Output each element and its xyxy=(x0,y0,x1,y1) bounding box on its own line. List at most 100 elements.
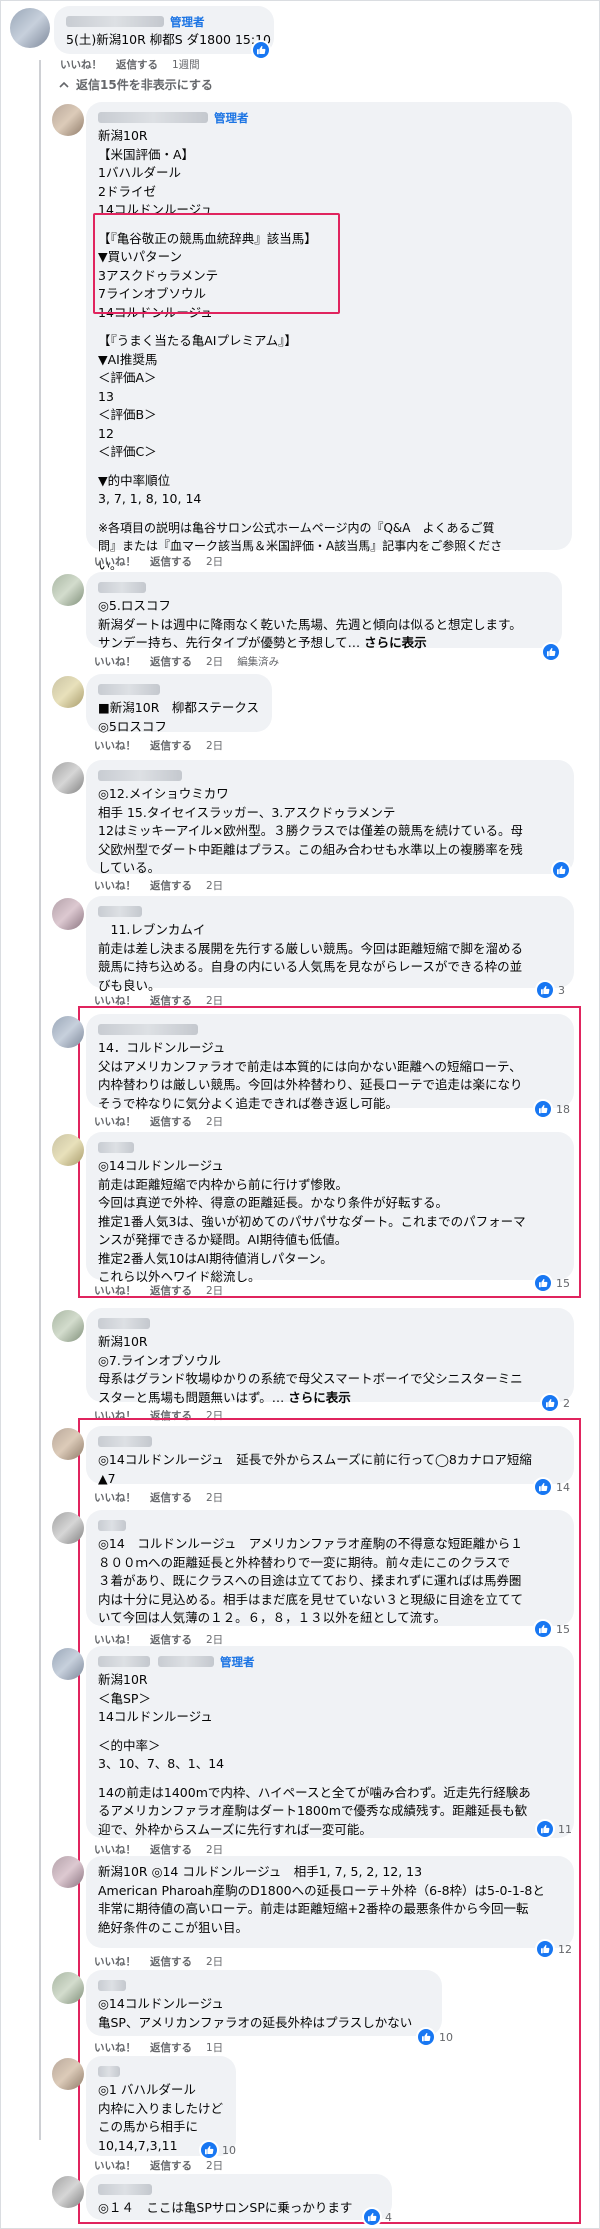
author-name[interactable] xyxy=(98,1318,150,1329)
author-name[interactable] xyxy=(98,582,146,593)
comment-line: 絶好条件のここが狙い目。 xyxy=(98,1919,249,1935)
timestamp[interactable]: 2日 xyxy=(206,740,223,752)
hide-replies-button[interactable]: 返信15件を非表示にする xyxy=(58,76,213,93)
comment-bubble: 11.レブンカムイ 前走は差し決まる展開を先行する厳しい競馬。今回は距離短縮で脚… xyxy=(86,896,574,993)
comment-line: ◎14コルドンルージュ 延長で外からスムーズに前に行って◯8カナロア短縮 xyxy=(98,1452,532,1467)
reply-button[interactable]: 返信する xyxy=(116,59,158,71)
author-name[interactable] xyxy=(98,906,142,917)
author-name[interactable] xyxy=(98,2184,152,2195)
like-button[interactable]: いいね！ xyxy=(94,1285,136,1297)
avatar[interactable] xyxy=(52,1512,84,1544)
author-name[interactable] xyxy=(98,684,160,695)
author-name[interactable] xyxy=(98,2066,120,2077)
reply-button[interactable]: 返信する xyxy=(150,1492,192,1504)
like-button[interactable]: いいね！ xyxy=(60,59,102,71)
like-button[interactable]: いいね！ xyxy=(94,1492,136,1504)
reaction-count[interactable]: 4 xyxy=(362,2207,392,2227)
reaction-count[interactable] xyxy=(551,860,571,880)
comment-line: 今回は真逆で外枠、得意の距離延長。かなり条件が好転する。 xyxy=(98,1195,449,1210)
avatar[interactable] xyxy=(52,1134,84,1166)
reply-button[interactable]: 返信する xyxy=(150,2160,192,2172)
reaction-count[interactable]: 3 xyxy=(535,980,565,1000)
author-name[interactable] xyxy=(98,1980,126,1991)
comment-actions: いいね！ 返信する 2日 xyxy=(94,1114,237,1129)
author-name[interactable] xyxy=(98,1656,150,1667)
reply-button[interactable]: 返信する xyxy=(150,2042,192,2054)
author-name[interactable] xyxy=(98,1436,152,1447)
like-button[interactable]: いいね！ xyxy=(94,740,136,752)
timestamp[interactable]: 1週間 xyxy=(172,59,200,71)
author-name[interactable] xyxy=(98,1024,198,1035)
reaction-count[interactable] xyxy=(541,642,561,662)
avatar[interactable] xyxy=(52,1310,84,1342)
avatar[interactable] xyxy=(52,898,84,930)
reply-button[interactable]: 返信する xyxy=(150,1844,192,1856)
reaction-count[interactable]: 14 xyxy=(533,1477,570,1497)
reaction-count[interactable]: 10 xyxy=(416,2027,453,2047)
see-more-link[interactable]: さらに表示 xyxy=(288,1390,351,1405)
reply-button[interactable]: 返信する xyxy=(150,1285,192,1297)
avatar[interactable] xyxy=(52,104,84,136)
comment-line: 3, 7, 1, 8, 10, 14 xyxy=(98,491,202,506)
avatar[interactable] xyxy=(10,8,50,48)
like-reaction-icon xyxy=(533,1477,553,1497)
reply-button[interactable]: 返信する xyxy=(150,880,192,892)
like-button[interactable]: いいね！ xyxy=(94,2160,136,2172)
timestamp[interactable]: 2日 xyxy=(206,1116,223,1128)
timestamp[interactable]: 2日 xyxy=(206,2160,223,2172)
timestamp[interactable]: 2日 xyxy=(206,1844,223,1856)
reaction-count[interactable]: 15 xyxy=(533,1619,570,1639)
avatar[interactable] xyxy=(52,1856,84,1888)
avatar[interactable] xyxy=(52,1972,84,2004)
timestamp[interactable]: 2日 xyxy=(206,1956,223,1968)
timestamp[interactable]: 2日 xyxy=(206,880,223,892)
comment-line: American Pharoah産駒のD1800への延長ローテ＋外枠（6-8枠）… xyxy=(98,1882,545,1898)
reply-button[interactable]: 返信する xyxy=(150,656,192,668)
reaction-count[interactable] xyxy=(251,40,271,60)
timestamp[interactable]: 2日 xyxy=(206,1285,223,1297)
like-button[interactable]: いいね！ xyxy=(94,1956,136,1968)
reaction-count[interactable]: 18 xyxy=(533,1099,570,1119)
timestamp[interactable]: 2日 xyxy=(206,1492,223,1504)
like-button[interactable]: いいね！ xyxy=(94,1116,136,1128)
reply-button[interactable]: 返信する xyxy=(150,1956,192,1968)
timestamp[interactable]: 1日 xyxy=(206,2042,223,2054)
like-button[interactable]: いいね！ xyxy=(94,556,136,568)
reply-button[interactable]: 返信する xyxy=(150,556,192,568)
timestamp[interactable]: 2日 xyxy=(206,556,223,568)
author-name[interactable] xyxy=(98,1142,134,1153)
author-name[interactable] xyxy=(98,1520,126,1531)
author-name[interactable] xyxy=(66,16,164,27)
see-more-link[interactable]: さらに表示 xyxy=(364,635,427,650)
reaction-count[interactable]: 11 xyxy=(535,1819,572,1839)
comment-line: るアメリカンファラオ産駒はダート1800mで優秀な成績残す。距離延長も歓 xyxy=(98,1803,528,1818)
like-button[interactable]: いいね！ xyxy=(94,880,136,892)
timestamp[interactable]: 2日 xyxy=(206,656,223,668)
avatar[interactable] xyxy=(52,574,84,606)
author-name[interactable] xyxy=(98,112,208,123)
admin-badge: 管理者 xyxy=(170,14,205,29)
comment-actions: いいね！ 返信する 1週間 xyxy=(60,57,214,72)
reaction-count[interactable]: 10 xyxy=(199,2140,236,2160)
reaction-number: 12 xyxy=(558,1942,572,1956)
reply-button[interactable]: 返信する xyxy=(150,1116,192,1128)
avatar[interactable] xyxy=(52,2058,84,2090)
timestamp[interactable]: 2日 xyxy=(206,1634,223,1646)
avatar[interactable] xyxy=(52,1428,84,1460)
reaction-count[interactable]: 12 xyxy=(535,1939,572,1959)
reaction-count[interactable]: 2 xyxy=(540,1393,570,1413)
like-button[interactable]: いいね！ xyxy=(94,656,136,668)
reaction-count[interactable]: 15 xyxy=(533,1273,570,1293)
like-button[interactable]: いいね！ xyxy=(94,2042,136,2054)
avatar[interactable] xyxy=(52,1648,84,1680)
avatar[interactable] xyxy=(52,676,84,708)
reply-button[interactable]: 返信する xyxy=(150,740,192,752)
like-button[interactable]: いいね！ xyxy=(94,1844,136,1856)
avatar[interactable] xyxy=(52,2176,84,2208)
comment-line: 【『うまく当たる亀AIプレミアム』】 xyxy=(98,333,297,348)
reply-button[interactable]: 返信する xyxy=(150,1634,192,1646)
like-button[interactable]: いいね！ xyxy=(94,1634,136,1646)
avatar[interactable] xyxy=(52,1016,84,1048)
author-name[interactable] xyxy=(98,770,182,781)
avatar[interactable] xyxy=(52,762,84,794)
